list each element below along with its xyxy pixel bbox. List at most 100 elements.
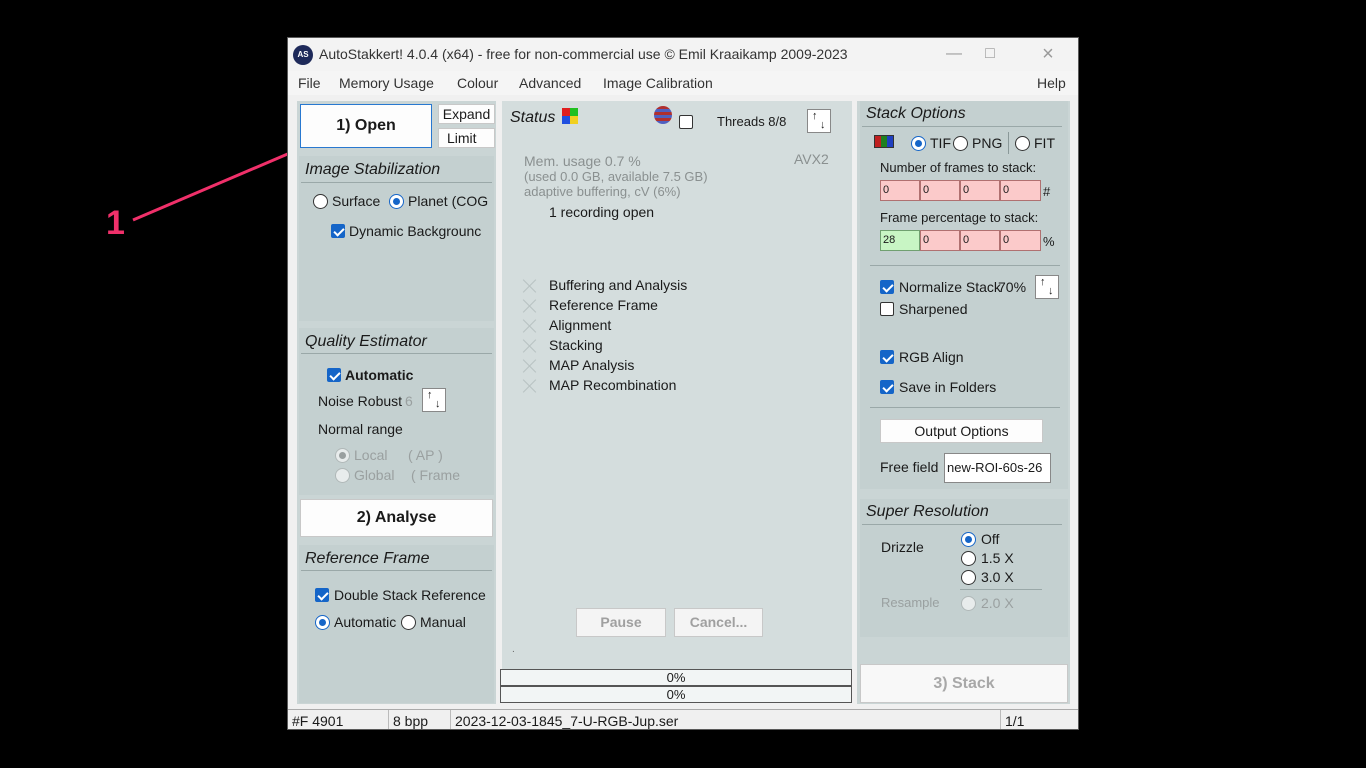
analyse-button[interactable]: 2) Analyse [300, 499, 493, 537]
step-label: Buffering and Analysis [549, 277, 688, 293]
reference-automatic-radio[interactable] [315, 615, 330, 630]
frames-input[interactable]: 0 [880, 180, 920, 201]
maximize-icon[interactable]: □ [978, 43, 1002, 65]
double-stack-reference-label: Double Stack Reference [334, 587, 486, 603]
noise-robust-adjust-icon[interactable]: ↑ ↓ [422, 388, 446, 412]
step-pending-icon [522, 378, 538, 394]
resample-2x-radio[interactable] [961, 596, 976, 611]
stack-button[interactable]: 3) Stack [860, 664, 1068, 703]
planet-checkbox[interactable] [679, 115, 693, 129]
super-resolution-title: Super Resolution [866, 503, 989, 520]
tif-label: TIF [930, 135, 951, 151]
free-field-input[interactable]: new-ROI-60s-26 [944, 453, 1051, 483]
output-options-button[interactable]: Output Options [880, 419, 1043, 443]
double-stack-reference-checkbox[interactable] [315, 588, 329, 602]
planet-label: Planet (COG [408, 193, 489, 209]
menu-colour[interactable]: Colour [457, 75, 498, 91]
reference-manual-radio[interactable] [401, 615, 416, 630]
save-in-folders-checkbox[interactable] [880, 380, 894, 394]
open-button[interactable]: 1) Open [300, 104, 432, 148]
minimize-icon[interactable]: — [942, 43, 966, 65]
pause-button[interactable]: Pause [576, 608, 666, 637]
normal-range-label: Normal range [318, 421, 403, 437]
drizzle-3x-label: 3.0 X [981, 569, 1014, 585]
stack-options-group: Stack Options TIF PNG FIT Number of fram… [860, 101, 1068, 489]
reference-manual-label: Manual [420, 614, 466, 630]
normalize-stack-checkbox[interactable] [880, 280, 894, 294]
reference-frame-title: Reference Frame [305, 550, 430, 567]
dynamic-background-label: Dynamic Backgrounc [349, 223, 482, 239]
super-resolution-group: Super Resolution Drizzle Off 1.5 X 3.0 X… [860, 499, 1068, 637]
step-label: MAP Recombination [549, 377, 677, 393]
cancel-button[interactable]: Cancel... [674, 608, 763, 637]
step-pending-icon [522, 318, 538, 334]
sharpened-checkbox[interactable] [880, 302, 894, 316]
normalize-adjust-icon[interactable]: ↑ ↓ [1035, 275, 1059, 299]
bit-depth: 8 bpp [389, 710, 451, 729]
rgb-align-checkbox[interactable] [880, 350, 894, 364]
menu-memory-usage[interactable]: Memory Usage [339, 75, 434, 91]
recording-status-text: 1 recording open [549, 204, 655, 220]
reference-frame-group: Reference Frame Double Stack Reference A… [299, 545, 494, 703]
local-label: Local [354, 447, 388, 463]
percent-input[interactable]: 28 [880, 230, 920, 251]
menu-help[interactable]: Help [1037, 75, 1066, 91]
percent-input[interactable]: 0 [1000, 230, 1041, 251]
divider [862, 524, 1062, 525]
percent-unit: % [1043, 234, 1055, 249]
local-radio[interactable] [335, 448, 350, 463]
buffering-text: adaptive buffering, cV (6%) [524, 184, 681, 199]
menu-file[interactable]: File [298, 75, 321, 91]
menu-image-calibration[interactable]: Image Calibration [603, 75, 713, 91]
noise-robust-value: 6 [405, 393, 413, 409]
status-dot: . [512, 644, 515, 655]
drizzle-1-5x-radio[interactable] [961, 551, 976, 566]
step-pending-icon [522, 338, 538, 354]
frames-input[interactable]: 0 [960, 180, 1000, 201]
threads-adjust-icon[interactable]: ↑ ↓ [807, 109, 831, 133]
step-label: Reference Frame [549, 297, 658, 313]
global-radio[interactable] [335, 468, 350, 483]
limit-button[interactable]: Limit [438, 128, 495, 148]
resample-2x-label: 2.0 X [981, 595, 1014, 611]
expand-button[interactable]: Expand [438, 104, 495, 124]
menu-advanced[interactable]: Advanced [519, 75, 581, 91]
memory-usage-text: Mem. usage 0.7 % [524, 153, 641, 169]
normalize-stack-value: 70% [998, 279, 1027, 295]
divider [1008, 132, 1009, 154]
fit-radio[interactable] [1015, 136, 1030, 151]
tif-radio[interactable] [911, 136, 926, 151]
global-label: Global [354, 467, 395, 483]
drizzle-1-5x-label: 1.5 X [981, 550, 1014, 566]
drizzle-3x-radio[interactable] [961, 570, 976, 585]
quality-estimator-title: Quality Estimator [305, 333, 427, 350]
surface-label: Surface [332, 193, 381, 209]
menu-bar: File Memory Usage Colour Advanced Image … [288, 71, 1078, 95]
divider [301, 570, 492, 571]
dynamic-background-checkbox[interactable] [331, 224, 345, 238]
close-icon[interactable]: × [1036, 43, 1060, 65]
divider [862, 126, 1062, 127]
png-label: PNG [972, 135, 1003, 151]
threads-label: Threads 8/8 [717, 114, 787, 129]
step-pending-icon [522, 358, 538, 374]
percent-to-stack-label: Frame percentage to stack: [880, 210, 1039, 225]
file-name: 2023-12-03-1845_7-U-RGB-Jup.ser [451, 710, 1001, 729]
status-pane: Status Threads 8/8 ↑ ↓ AVX2 Mem. usage 0.… [502, 101, 852, 672]
progress-bar-primary: 0% [500, 669, 852, 686]
divider [870, 265, 1060, 266]
drizzle-off-radio[interactable] [961, 532, 976, 547]
planet-radio[interactable] [389, 194, 404, 209]
percent-input[interactable]: 0 [920, 230, 960, 251]
normalize-stack-label: Normalize Stack [899, 279, 1001, 295]
annotation-number: 1 [106, 204, 125, 242]
app-window: AS AutoStakkert! 4.0.4 (x64) - free for … [287, 37, 1079, 730]
automatic-quality-checkbox[interactable] [327, 368, 341, 382]
surface-radio[interactable] [313, 194, 328, 209]
frames-input[interactable]: 0 [920, 180, 960, 201]
app-icon: AS [293, 45, 313, 65]
png-radio[interactable] [953, 136, 968, 151]
frames-input[interactable]: 0 [1000, 180, 1041, 201]
percent-input[interactable]: 0 [960, 230, 1000, 251]
quality-estimator-group: Quality Estimator Automatic Noise Robust… [299, 328, 494, 495]
